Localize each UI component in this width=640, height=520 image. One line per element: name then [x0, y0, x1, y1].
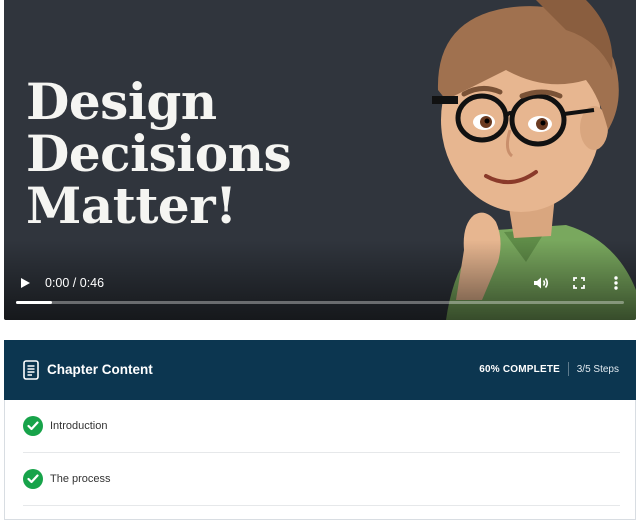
lesson-item-the-process[interactable]: The process [23, 453, 620, 506]
headline-line-3: Matter! [26, 176, 237, 235]
headline-line-2: Decisions [26, 124, 292, 183]
video-progress-fill [16, 301, 53, 304]
more-vertical-icon [614, 276, 618, 290]
video-progress-bar[interactable] [16, 301, 624, 304]
steps-count: 3/5 Steps [576, 364, 619, 375]
lesson-item-introduction[interactable]: Introduction [23, 400, 620, 453]
document-list-icon [23, 360, 39, 380]
lesson-label: Introduction [50, 420, 108, 432]
check-icon [23, 416, 43, 436]
fullscreen-button[interactable] [570, 274, 588, 292]
volume-icon [534, 277, 549, 289]
header-divider [568, 362, 569, 376]
play-button[interactable] [18, 274, 34, 292]
chapter-content-panel: Chapter Content 60% COMPLETE 3/5 Steps I… [4, 340, 636, 520]
fullscreen-icon [573, 277, 585, 289]
time-display: 0:00 / 0:46 [45, 276, 105, 290]
chapter-title: Chapter Content [47, 362, 153, 377]
check-icon [23, 469, 43, 489]
volume-button[interactable] [532, 274, 550, 292]
lesson-list: Introduction The process [23, 400, 620, 506]
completion-percent: 60% COMPLETE [479, 364, 560, 375]
video-headline: Design Decisions Matter! [26, 72, 292, 235]
chapter-header[interactable]: Chapter Content 60% COMPLETE 3/5 Steps [4, 340, 636, 400]
lesson-label: The process [50, 473, 111, 485]
more-options-button[interactable] [608, 274, 624, 292]
video-player[interactable]: Design Decisions Matter! 0:00 / 0:46 [4, 0, 636, 320]
headline-line-1: Design [26, 72, 217, 131]
